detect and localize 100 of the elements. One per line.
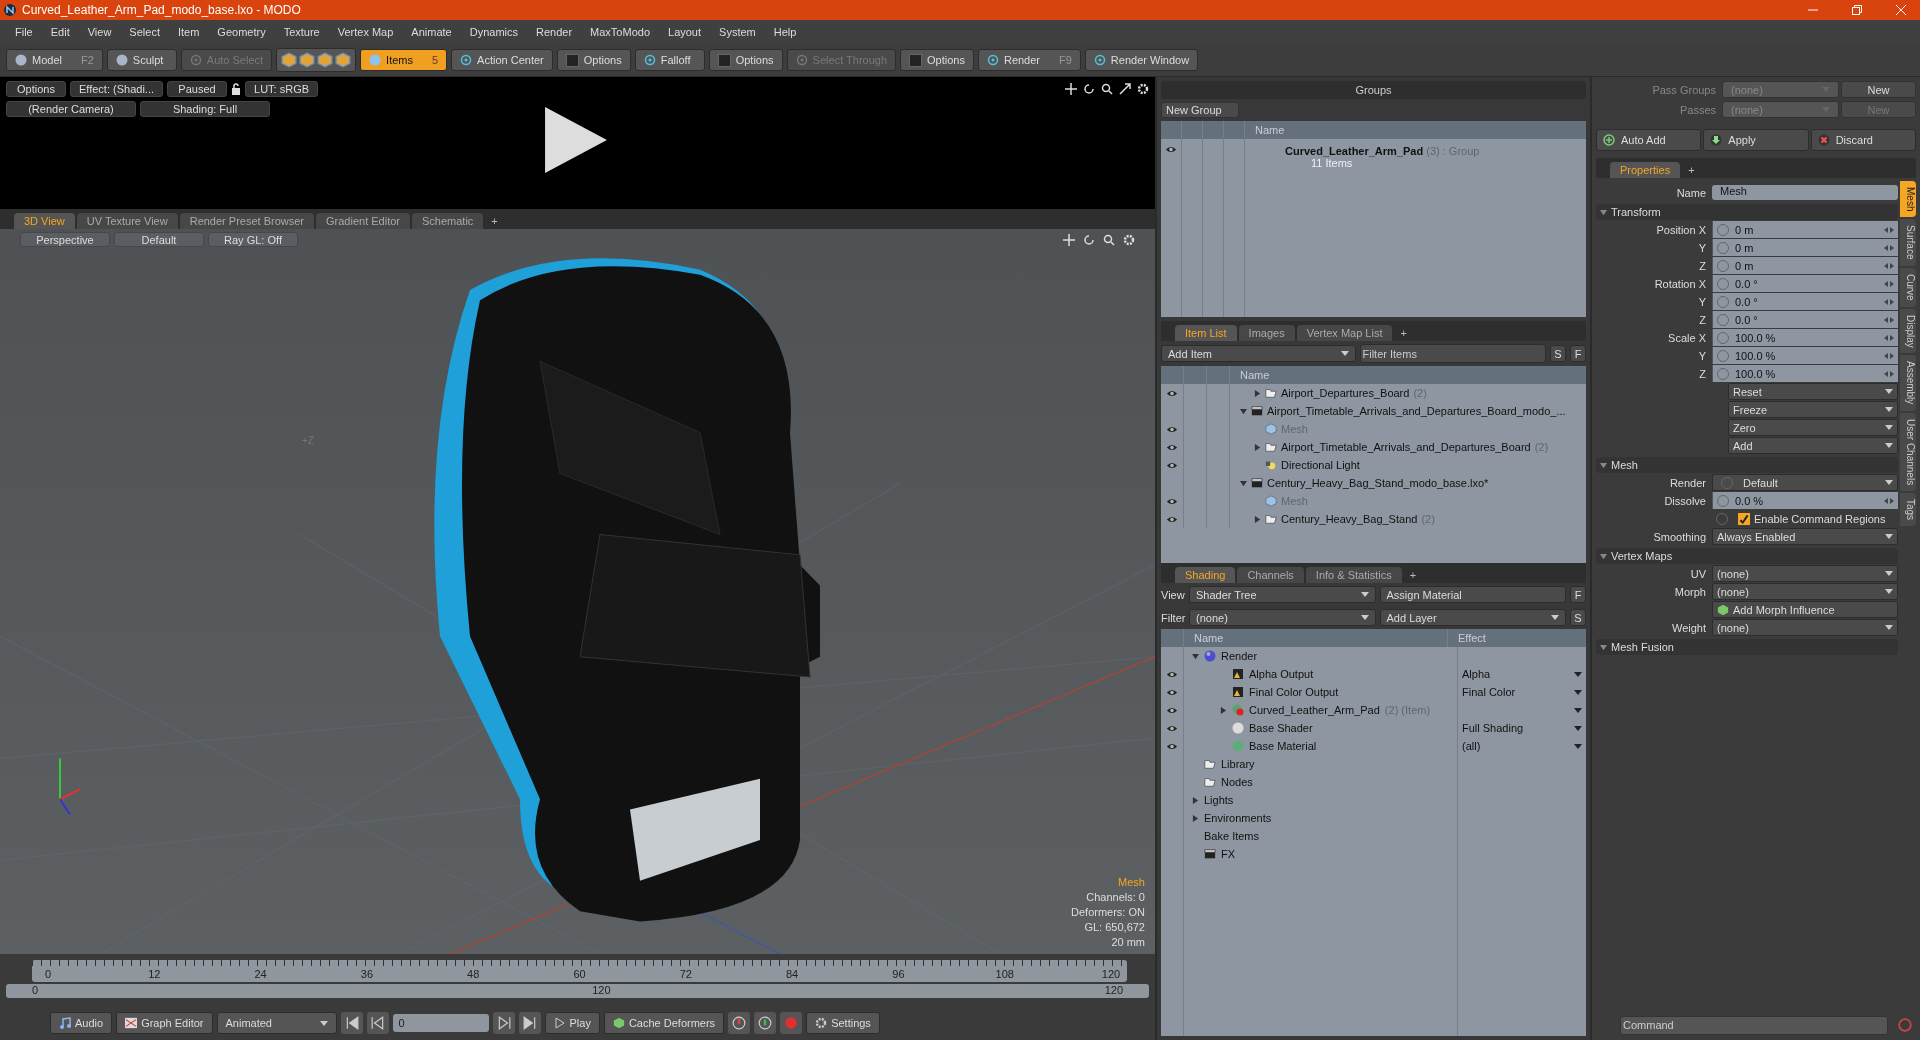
add-item-dropdown[interactable]: Add Item (1161, 345, 1356, 362)
drag-arrows-icon[interactable] (1884, 244, 1894, 251)
value-field[interactable]: 0.0 ° (1712, 311, 1898, 328)
view-dropdown[interactable]: Shader Tree (1189, 586, 1376, 603)
action-button[interactable]: Auto Add (1596, 129, 1702, 151)
value-field[interactable]: 100.0 % (1712, 347, 1898, 364)
menu-item[interactable]: Geometry (208, 26, 275, 38)
shader-row[interactable]: Alpha Output Alpha (1161, 665, 1586, 683)
expand-arrow-icon[interactable] (1220, 706, 1227, 714)
tab[interactable]: Schematic (412, 213, 484, 229)
toolbar-button[interactable]: Render Window (1084, 49, 1199, 71)
toolbar-button[interactable]: Options (900, 49, 974, 71)
settings-icon[interactable] (1137, 83, 1149, 95)
section-header[interactable]: Mesh (1596, 457, 1898, 473)
drag-arrows-icon[interactable] (1884, 298, 1894, 305)
viewport-button[interactable]: Default (114, 232, 204, 247)
new-button[interactable]: New (1841, 81, 1916, 98)
menu-item[interactable]: Animate (402, 26, 461, 38)
eye-icon[interactable] (1166, 723, 1178, 733)
shader-row[interactable]: Bake Items (1161, 827, 1586, 845)
expand-arrow-icon[interactable] (1192, 796, 1199, 804)
menu-button[interactable]: Add (1728, 437, 1898, 454)
shader-row[interactable]: Final Color Output Final Color (1161, 683, 1586, 701)
drag-arrows-icon[interactable] (1884, 226, 1894, 233)
shader-row[interactable]: Library (1161, 755, 1586, 773)
section-header[interactable]: Mesh Fusion (1596, 639, 1898, 655)
item-row[interactable]: Directional Light (1161, 456, 1586, 474)
eye-icon[interactable] (1166, 705, 1178, 715)
preview-button[interactable]: Shading: Full (140, 101, 270, 117)
settings-button[interactable]: Settings (806, 1012, 880, 1034)
menu-item[interactable]: Render (527, 26, 582, 38)
value-field[interactable]: 0 m (1712, 257, 1898, 274)
maximize-icon[interactable] (1119, 83, 1131, 95)
preview-button[interactable]: (Render Camera) (6, 101, 136, 117)
drag-arrows-icon[interactable] (1884, 262, 1894, 269)
value-field[interactable]: 0.0 % (1712, 492, 1898, 509)
menu-item[interactable]: Item (168, 26, 209, 38)
side-tab[interactable]: Assembly (1900, 355, 1916, 411)
effect-dropdown[interactable]: Full Shading (1458, 722, 1586, 734)
toolbar-button[interactable]: Items 5 (360, 49, 448, 71)
menu-item[interactable]: Layout (659, 26, 711, 38)
eye-icon[interactable] (1165, 145, 1177, 154)
side-tab[interactable]: Display (1900, 308, 1916, 354)
dropdown[interactable]: Always Enabled (1712, 528, 1898, 545)
effect-dropdown[interactable]: Final Color (1458, 686, 1586, 698)
value-field[interactable]: 0.0 ° (1712, 293, 1898, 310)
preview-button[interactable]: Paused (167, 81, 227, 97)
tab[interactable]: Properties (1610, 162, 1681, 178)
menu-item[interactable]: MaxToModo (581, 26, 659, 38)
f-button[interactable]: F (1570, 586, 1586, 603)
eye-icon[interactable] (1166, 741, 1178, 751)
menu-item[interactable]: Select (120, 26, 169, 38)
menu-item[interactable]: System (710, 26, 765, 38)
step-back-icon[interactable] (366, 1012, 389, 1034)
shader-row[interactable]: Environments (1161, 809, 1586, 827)
value-field[interactable]: 0 m (1712, 221, 1898, 238)
expand-arrow-icon[interactable] (1254, 389, 1261, 397)
collapse-arrow-icon[interactable] (1192, 652, 1199, 660)
menu-item[interactable]: File (6, 26, 42, 38)
menu-item[interactable]: View (78, 26, 121, 38)
eye-icon[interactable] (1166, 514, 1178, 524)
drag-arrows-icon[interactable] (1884, 352, 1894, 359)
effect-dropdown[interactable]: (all) (1458, 740, 1586, 752)
shader-row[interactable]: Render (1161, 647, 1586, 665)
eye-icon[interactable] (1166, 460, 1178, 470)
drag-arrows-icon[interactable] (1884, 334, 1894, 341)
rotate-icon[interactable] (1083, 83, 1095, 95)
value-field[interactable]: 100.0 % (1712, 329, 1898, 346)
cube-icon[interactable] (299, 52, 316, 68)
animation-mode-dropdown[interactable]: Animated (216, 1012, 337, 1034)
toolbar-button[interactable]: Falloff (634, 49, 705, 71)
shader-row[interactable]: Lights (1161, 791, 1586, 809)
skip-to-start-icon[interactable] (340, 1012, 363, 1034)
filter-field[interactable]: Filter Items (1359, 344, 1546, 363)
side-tab[interactable]: Mesh (1900, 181, 1916, 218)
cache-deformers-button[interactable]: Cache Deformers (603, 1012, 725, 1034)
menu-item[interactable]: Vertex Map (328, 26, 403, 38)
skip-to-end-icon[interactable] (518, 1012, 541, 1034)
toolbar-button[interactable]: Model F2 (6, 49, 103, 71)
section-header[interactable]: Transform (1596, 204, 1898, 220)
tab[interactable]: Channels (1237, 567, 1304, 583)
filter-dropdown[interactable]: (none) (1189, 609, 1376, 626)
cube-icon[interactable] (317, 52, 334, 68)
effect-dropdown[interactable]: Alpha (1458, 668, 1586, 680)
tab[interactable]: Gradient Editor (316, 213, 410, 229)
collapse-arrow-icon[interactable] (1240, 407, 1247, 415)
command-field[interactable]: Command (1620, 1015, 1888, 1035)
expand-arrow-icon[interactable] (1192, 814, 1199, 822)
step-forward-icon[interactable] (492, 1012, 515, 1034)
key-icon[interactable] (754, 1012, 777, 1034)
expand-arrow-icon[interactable] (1254, 515, 1261, 523)
close-icon[interactable] (1896, 5, 1906, 15)
value-field[interactable]: 100.0 % (1712, 365, 1898, 382)
zoom-icon[interactable] (1101, 83, 1113, 95)
tab[interactable]: Shading (1175, 567, 1236, 583)
tab[interactable]: Render Preset Browser (179, 213, 314, 229)
lut-button[interactable]: LUT: sRGB (245, 81, 319, 97)
eye-icon[interactable] (1166, 424, 1178, 434)
play-button[interactable]: Play (544, 1012, 600, 1034)
shader-row[interactable]: Nodes (1161, 773, 1586, 791)
